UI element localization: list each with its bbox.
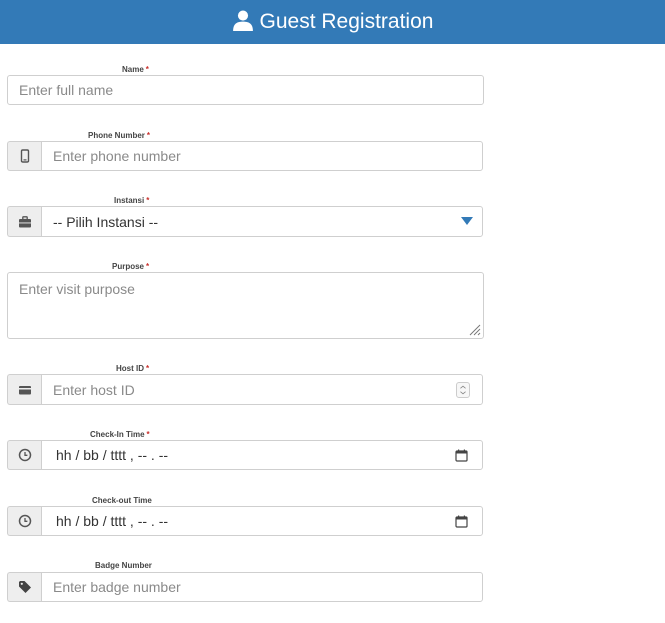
clock-icon (18, 514, 32, 528)
calendar-icon[interactable] (455, 449, 468, 462)
badge-addon (7, 572, 42, 602)
check-out-value: hh / bb / tttt , -- . -- (56, 513, 169, 529)
instansi-selected: -- Pilih Instansi -- (53, 213, 159, 230)
purpose-textarea[interactable]: Enter visit purpose (7, 272, 484, 339)
mobile-icon (20, 149, 30, 163)
host-id-placeholder: Enter host ID (53, 381, 135, 398)
resize-handle-icon[interactable] (467, 322, 481, 336)
host-id-label: Host ID * (116, 364, 150, 373)
id-card-icon (19, 385, 31, 394)
check-in-label: Check-In Time * (90, 430, 150, 439)
purpose-placeholder: Enter visit purpose (19, 281, 135, 297)
check-in-input[interactable]: hh / bb / tttt , -- . -- (41, 440, 483, 470)
check-out-input[interactable]: hh / bb / tttt , -- . -- (41, 506, 483, 536)
badge-placeholder: Enter badge number (53, 579, 181, 595)
badge-label: Badge Number (95, 561, 152, 570)
name-label: Name * (122, 65, 149, 74)
briefcase-icon (19, 215, 31, 227)
instansi-addon (7, 206, 42, 237)
calendar-icon[interactable] (455, 515, 468, 528)
clock-icon (18, 448, 32, 462)
check-in-addon (7, 440, 42, 470)
page-title: Guest Registration (259, 10, 434, 33)
name-input[interactable]: Enter full name (7, 75, 484, 105)
user-icon (232, 10, 253, 31)
phone-label: Phone Number * (88, 131, 151, 140)
page-header: Guest Registration (0, 0, 665, 44)
number-spinner-icon[interactable] (456, 382, 470, 398)
name-placeholder: Enter full name (19, 82, 114, 98)
phone-placeholder: Enter phone number (53, 148, 181, 164)
dropdown-arrow-icon (461, 217, 473, 225)
instansi-select[interactable]: -- Pilih Instansi -- (41, 206, 483, 237)
instansi-label: Instansi * (114, 196, 150, 205)
check-in-value: hh / bb / tttt , -- . -- (56, 447, 169, 463)
phone-addon (7, 141, 42, 171)
purpose-label: Purpose * (112, 262, 150, 271)
phone-input[interactable]: Enter phone number (41, 141, 483, 171)
host-id-addon (7, 374, 42, 405)
badge-input[interactable]: Enter badge number (41, 572, 483, 602)
check-out-label: Check-out Time (92, 496, 152, 505)
check-out-addon (7, 506, 42, 536)
host-id-input[interactable]: Enter host ID (41, 374, 483, 405)
tag-icon (19, 581, 31, 593)
